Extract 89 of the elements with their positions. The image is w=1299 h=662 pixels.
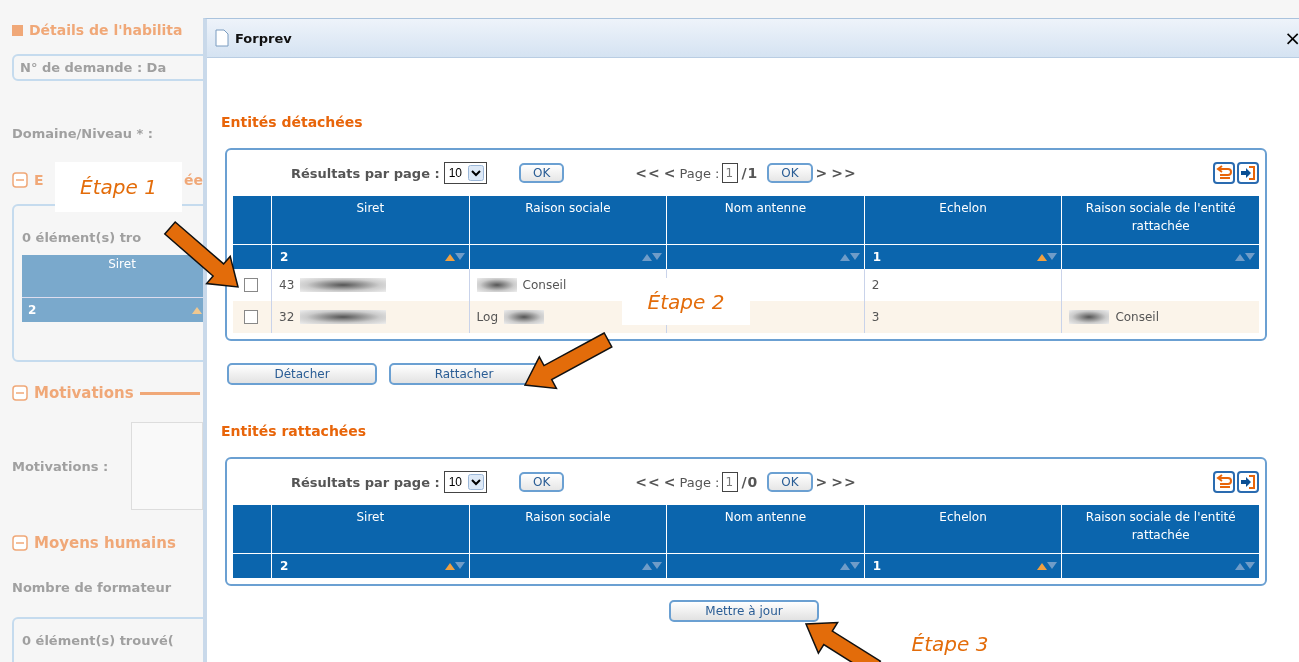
section-title: Moyens humains bbox=[34, 534, 176, 552]
reset-arrows-icon[interactable] bbox=[1213, 162, 1235, 184]
reset-arrows-icon[interactable] bbox=[1213, 471, 1235, 493]
ok-button[interactable]: OK bbox=[519, 163, 565, 183]
filter-value: 1 bbox=[872, 559, 882, 573]
ok-button[interactable]: OK bbox=[767, 472, 813, 492]
result-count: 0 élément(s) tro bbox=[22, 230, 143, 245]
column-header[interactable]: Raison sociale bbox=[468, 505, 667, 553]
header-cell bbox=[233, 505, 271, 553]
previous-page-link[interactable]: < bbox=[663, 474, 677, 490]
filter-value: 2 bbox=[280, 250, 289, 264]
column-header[interactable]: Echelon bbox=[863, 505, 1062, 553]
sort-arrows-icon[interactable] bbox=[839, 253, 860, 261]
table-cell: 32 bbox=[279, 310, 295, 324]
per-page-select[interactable]: 10 bbox=[443, 162, 488, 184]
section-title: E bbox=[34, 172, 44, 188]
sort-arrows-icon[interactable] bbox=[642, 253, 663, 261]
first-page-link[interactable]: << bbox=[635, 474, 661, 490]
section-title: Entités rattachées bbox=[221, 423, 368, 439]
table-cell: Conseil bbox=[1115, 310, 1160, 324]
collapse-icon[interactable] bbox=[12, 172, 28, 188]
section-title: Entités détachées bbox=[221, 114, 364, 130]
action-button[interactable]: Détacher bbox=[227, 363, 377, 385]
ok-button[interactable]: OK bbox=[767, 163, 813, 183]
document-icon bbox=[215, 29, 229, 47]
last-page-link[interactable]: >> bbox=[831, 474, 857, 490]
section-title: ée bbox=[184, 172, 203, 188]
collapse-icon[interactable] bbox=[12, 385, 28, 401]
page-title: Détails de l'habilita bbox=[29, 22, 183, 38]
page-total: /1 bbox=[741, 165, 759, 181]
arrow-into-box-icon[interactable] bbox=[1237, 471, 1259, 493]
per-page-label: Résultats par page : bbox=[291, 165, 440, 181]
section-title: Motivations bbox=[34, 384, 134, 402]
page-input[interactable]: 1 bbox=[722, 472, 739, 492]
sort-arrows-icon[interactable] bbox=[1235, 562, 1255, 570]
per-page-label: Résultats par page : bbox=[291, 474, 440, 490]
page-label: Page : bbox=[679, 165, 720, 181]
result-count: 0 élément(s) trouvé( bbox=[22, 633, 175, 648]
update-button[interactable]: Mettre à jour bbox=[669, 600, 819, 622]
close-button[interactable]: × bbox=[1284, 26, 1299, 50]
field-label: Motivations : bbox=[12, 458, 109, 474]
sort-arrows-icon[interactable] bbox=[839, 562, 860, 570]
column-header[interactable]: Raison sociale de l'entité rattachée bbox=[1061, 196, 1259, 244]
collapse-icon[interactable] bbox=[12, 535, 28, 551]
step-label: Étape 1 bbox=[55, 162, 182, 212]
step-label: Étape 2 bbox=[622, 278, 750, 325]
page-total: /0 bbox=[741, 474, 759, 490]
column-header[interactable]: Siret bbox=[271, 505, 469, 553]
column-header[interactable]: Nom antenne bbox=[666, 196, 864, 244]
column-header[interactable]: Siret bbox=[271, 196, 469, 244]
sort-arrows-icon[interactable] bbox=[444, 562, 465, 570]
sort-arrows-icon[interactable] bbox=[1037, 562, 1058, 570]
request-field: N° de demande : Da bbox=[12, 54, 203, 81]
square-icon bbox=[12, 24, 23, 36]
column-header[interactable]: Nom antenne bbox=[666, 505, 864, 553]
column-header[interactable]: Echelon bbox=[863, 196, 1062, 244]
table-cell: 2 bbox=[871, 278, 880, 292]
column-header[interactable]: Raison sociale bbox=[468, 196, 667, 244]
table-cell: Log bbox=[476, 310, 499, 324]
next-page-link[interactable]: > bbox=[815, 474, 829, 490]
column-header[interactable]: Raison sociale de l'entité rattachée bbox=[1061, 505, 1259, 553]
sort-arrows-icon[interactable] bbox=[444, 253, 465, 261]
table-cell: 3 bbox=[871, 310, 880, 324]
row-checkbox[interactable] bbox=[244, 310, 258, 324]
chevron-down-icon bbox=[468, 474, 485, 490]
field-label: Nombre de formateur bbox=[12, 580, 173, 595]
dialog-title: Forprev bbox=[235, 30, 293, 46]
row-checkbox[interactable] bbox=[244, 278, 258, 292]
previous-page-link[interactable]: < bbox=[663, 165, 677, 181]
sort-arrows-icon[interactable] bbox=[1037, 253, 1058, 261]
chevron-down-icon bbox=[468, 165, 485, 181]
next-page-link[interactable]: > bbox=[815, 165, 829, 181]
page-label: Page : bbox=[679, 474, 720, 490]
column-header: Siret bbox=[22, 255, 203, 297]
filter-value: 1 bbox=[872, 250, 882, 264]
sort-arrows-icon[interactable] bbox=[1235, 253, 1255, 261]
arrow-into-box-icon[interactable] bbox=[1237, 162, 1259, 184]
last-page-link[interactable]: >> bbox=[831, 165, 857, 181]
table-cell: Conseil bbox=[522, 278, 567, 292]
page-input[interactable]: 1 bbox=[722, 163, 739, 183]
ok-button[interactable]: OK bbox=[519, 472, 565, 492]
first-page-link[interactable]: << bbox=[635, 165, 661, 181]
filter-value: 2 bbox=[280, 559, 289, 573]
per-page-select[interactable]: 10 bbox=[443, 471, 488, 493]
field-label: Domaine/Niveau * : bbox=[12, 126, 155, 141]
table-cell: 43 bbox=[279, 278, 295, 292]
filter-value: 2 bbox=[28, 303, 37, 317]
sort-arrows-icon[interactable] bbox=[642, 562, 663, 570]
header-cell bbox=[233, 196, 271, 244]
